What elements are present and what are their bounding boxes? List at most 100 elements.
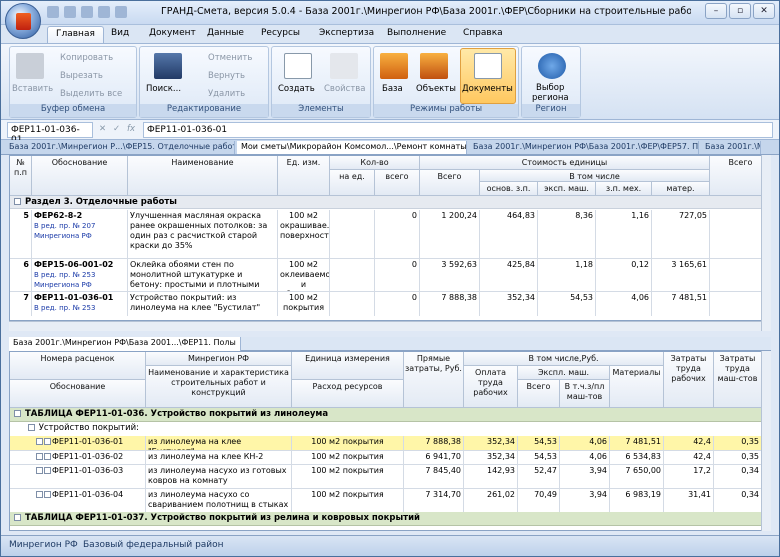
table-row[interactable]: ФЕР11-01-036-03 из линолеума насухо из г… bbox=[10, 464, 762, 489]
group-row[interactable]: Устройство покрытий: bbox=[24, 422, 724, 434]
minimize-button[interactable]: – bbox=[705, 3, 727, 19]
row-qty-per[interactable] bbox=[330, 292, 375, 316]
col-mach[interactable]: Экспл. маш. bbox=[518, 366, 610, 380]
table-row[interactable]: ФЕР11-01-036-04 из линолеума насухо со с… bbox=[10, 488, 762, 513]
expand-icon[interactable] bbox=[36, 453, 43, 460]
rates-vscroll[interactable] bbox=[761, 351, 771, 531]
table-section-037[interactable]: ТАБЛИЦА ФЕР11-01-037. Устройство покрыти… bbox=[10, 512, 770, 526]
collapse-icon[interactable] bbox=[14, 198, 21, 205]
doc-tab-3[interactable]: База 2001г.\Минрегион РФ\База 2001г.\ФЕР… bbox=[469, 141, 699, 154]
redo-icon[interactable] bbox=[81, 6, 93, 18]
col-direct[interactable]: Прямые затраты, Руб. bbox=[404, 352, 464, 408]
table-row[interactable]: ФЕР11-01-036-01 из линолеума на клее "Бу… bbox=[10, 436, 762, 450]
print-icon[interactable] bbox=[98, 6, 110, 18]
undo-icon[interactable] bbox=[64, 6, 76, 18]
undo-button[interactable]: Отменить bbox=[208, 53, 252, 63]
col-osn-zp[interactable]: основ. з.п. bbox=[480, 182, 538, 196]
row-basis[interactable]: ФЕР11-01-036-01 В ред. пр. № 253 bbox=[32, 292, 128, 316]
check-icon[interactable]: ✓ bbox=[113, 124, 120, 134]
col-qty-total[interactable]: всего bbox=[375, 170, 420, 196]
delete-button[interactable]: Удалить bbox=[208, 89, 245, 99]
row-qty[interactable]: 0 bbox=[375, 292, 420, 316]
col-unit-cost[interactable]: Стоимость единицы bbox=[420, 156, 710, 170]
row-qty-per[interactable] bbox=[330, 259, 375, 291]
save-icon[interactable] bbox=[47, 6, 59, 18]
cancel-icon[interactable]: ✕ bbox=[99, 124, 106, 134]
col-mach-total[interactable]: Всего bbox=[518, 380, 560, 408]
region-select-line2[interactable]: региона bbox=[532, 93, 569, 103]
row-basis[interactable]: ФЕР62-8-2 В ред. пр. № 207 Минрегиона РФ bbox=[32, 210, 128, 258]
col-mater[interactable]: матер. bbox=[652, 182, 710, 196]
lower-tab-fer11[interactable]: База 2001г.\Минрегион РФ\База 2001...\ФЕ… bbox=[9, 337, 241, 351]
col-zp-meh[interactable]: з.п. мех. bbox=[596, 182, 652, 196]
dropdown-icon[interactable] bbox=[115, 6, 127, 18]
tab-data[interactable]: Данные bbox=[207, 28, 244, 38]
application-menu-button[interactable] bbox=[5, 3, 41, 39]
doc-tab-4[interactable]: База 2001г.\Минр bbox=[701, 141, 761, 154]
col-region[interactable]: Минрегион РФ bbox=[146, 352, 292, 366]
row-qty[interactable]: 0 bbox=[375, 259, 420, 291]
search-button[interactable]: Поиск... bbox=[146, 84, 181, 94]
documents-button[interactable]: Документы bbox=[462, 84, 513, 94]
expand-icon[interactable] bbox=[44, 438, 51, 445]
col-incl[interactable]: В том числе bbox=[480, 170, 710, 182]
col-name[interactable]: Наименование bbox=[128, 156, 278, 196]
formula-input[interactable]: ФЕР11-01-036-01 bbox=[143, 122, 773, 138]
col-name-chars[interactable]: Наименование и характеристика строительн… bbox=[146, 366, 292, 408]
table-section-036[interactable]: ТАБЛИЦА ФЕР11-01-036. Устройство покрыти… bbox=[10, 408, 770, 422]
create-button[interactable]: Создать bbox=[278, 84, 315, 94]
col-eksp-mash[interactable]: эксп. маш. bbox=[538, 182, 596, 196]
expand-icon[interactable] bbox=[44, 467, 51, 474]
estimate-hscroll[interactable] bbox=[9, 321, 761, 331]
maximize-button[interactable]: ▫ bbox=[729, 3, 751, 19]
copy-button[interactable]: Копировать bbox=[60, 53, 113, 63]
doc-tab-1[interactable]: База 2001г.\Минрегион Р...\ФЕР15. Отдело… bbox=[5, 141, 235, 154]
doc-tab-2[interactable]: Мои сметы\Микрорайон Комсомол...\Ремонт … bbox=[237, 141, 467, 154]
row-qty[interactable]: 0 bbox=[375, 210, 420, 258]
col-num[interactable]: № п.п bbox=[10, 156, 32, 196]
name-box[interactable]: ФЕР11-01-036-01 bbox=[7, 122, 93, 145]
col-total[interactable]: Всего bbox=[420, 170, 480, 196]
col-codes[interactable]: Номера расценок bbox=[10, 352, 146, 380]
expand-icon[interactable] bbox=[36, 467, 43, 474]
collapse-icon[interactable] bbox=[14, 514, 21, 521]
close-button[interactable]: ✕ bbox=[753, 3, 775, 19]
redo-button[interactable]: Вернуть bbox=[208, 71, 245, 81]
col-basis[interactable]: Обоснование bbox=[32, 156, 128, 196]
tab-execution[interactable]: Выполнение bbox=[387, 28, 446, 38]
col-unit[interactable]: Ед. изм. bbox=[278, 156, 330, 196]
expand-icon[interactable] bbox=[44, 453, 51, 460]
tab-resources[interactable]: Ресурсы bbox=[261, 28, 300, 38]
collapse-icon[interactable] bbox=[14, 410, 21, 417]
tab-view[interactable]: Вид bbox=[111, 28, 129, 38]
estimate-vscroll[interactable] bbox=[761, 155, 771, 331]
collapse-icon[interactable] bbox=[28, 424, 35, 431]
tab-document[interactable]: Документ bbox=[149, 28, 196, 38]
col-labor-pay[interactable]: Оплата труда рабочих bbox=[464, 366, 518, 408]
col-labor-cost[interactable]: Затраты труда рабочих bbox=[664, 352, 714, 408]
col-materials[interactable]: Материалы bbox=[610, 366, 664, 408]
row-qty-per[interactable] bbox=[330, 210, 375, 258]
section-header[interactable]: Раздел 3. Отделочные работы bbox=[10, 196, 770, 209]
objects-button[interactable]: Объекты bbox=[416, 84, 456, 94]
tab-expertise[interactable]: Экспертиза bbox=[319, 28, 374, 38]
base-button[interactable]: База bbox=[382, 84, 403, 94]
col-qty-per[interactable]: на ед. bbox=[330, 170, 375, 196]
expand-icon[interactable] bbox=[36, 438, 43, 445]
tab-help[interactable]: Справка bbox=[463, 28, 503, 38]
col-incl[interactable]: В том числе,Руб. bbox=[464, 352, 664, 366]
expand-icon[interactable] bbox=[36, 491, 43, 498]
status-district[interactable]: Базовый федеральный район bbox=[83, 540, 224, 550]
row-basis[interactable]: ФЕР15-06-001-02 В ред. пр. № 253 Минреги… bbox=[32, 259, 128, 291]
table-row[interactable]: ФЕР11-01-036-02 из линолеума на клее КН-… bbox=[10, 450, 762, 465]
paste-button[interactable]: Вставить bbox=[12, 84, 53, 94]
tab-home[interactable]: Главная bbox=[47, 26, 104, 44]
status-region[interactable]: Минрегион РФ bbox=[9, 540, 78, 550]
cut-button[interactable]: Вырезать bbox=[60, 71, 103, 81]
col-unit[interactable]: Единица измерения bbox=[292, 352, 404, 380]
region-select-line1[interactable]: Выбор bbox=[536, 83, 564, 93]
col-mach-pay[interactable]: В т.ч.з/пл маш-тов bbox=[560, 380, 610, 408]
col-mach-labor[interactable]: Затраты труда маш-стов bbox=[714, 352, 762, 408]
select-all-button[interactable]: Выделить все bbox=[60, 89, 122, 99]
properties-button[interactable]: Свойства bbox=[324, 84, 366, 94]
